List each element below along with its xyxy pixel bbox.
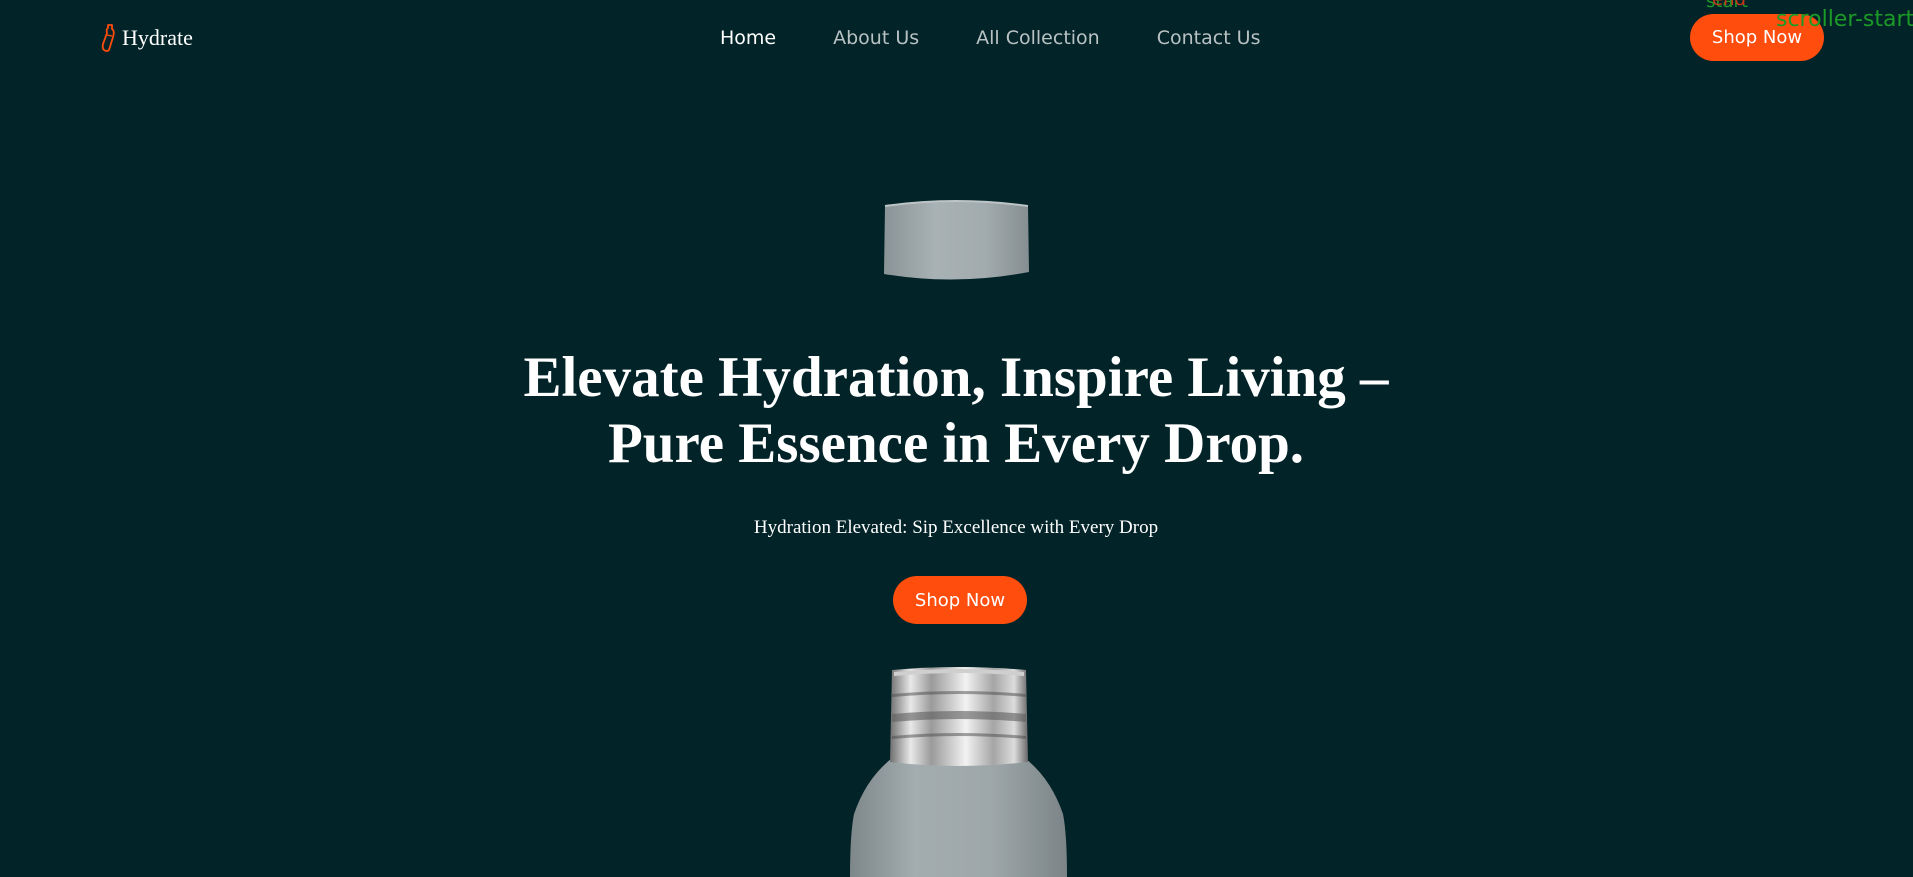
main-nav: Home About Us All Collection Contact Us (720, 24, 1261, 52)
nav-contact-us[interactable]: Contact Us (1157, 27, 1261, 49)
hero-title-line-2: Pure Essence in Every Drop. (607, 412, 1305, 475)
brand-name: Hydrate (122, 25, 193, 50)
hero-shop-now-button[interactable]: Shop Now (893, 576, 1027, 624)
brand-logo[interactable]: Hydrate (99, 22, 193, 54)
debug-end-marker: end (1712, 0, 1746, 10)
debug-scroller-start-marker: scroller-start (1776, 7, 1913, 32)
hero-title: Elevate Hydration, Inspire Living – Pure… (456, 345, 1456, 477)
nav-about-us[interactable]: About Us (833, 27, 919, 49)
bottle-body-image (850, 667, 1067, 877)
bottle-cap-image (884, 200, 1029, 280)
hero-subtitle: Hydration Elevated: Sip Excellence with … (753, 517, 1159, 538)
page: Hydrate Home About Us All Collection Con… (0, 0, 1913, 877)
nav-home[interactable]: Home (720, 27, 776, 49)
nav-all-collection[interactable]: All Collection (976, 27, 1100, 49)
bottle-logo-icon (101, 24, 115, 52)
hero-title-line-1: Elevate Hydration, Inspire Living – (523, 346, 1389, 409)
